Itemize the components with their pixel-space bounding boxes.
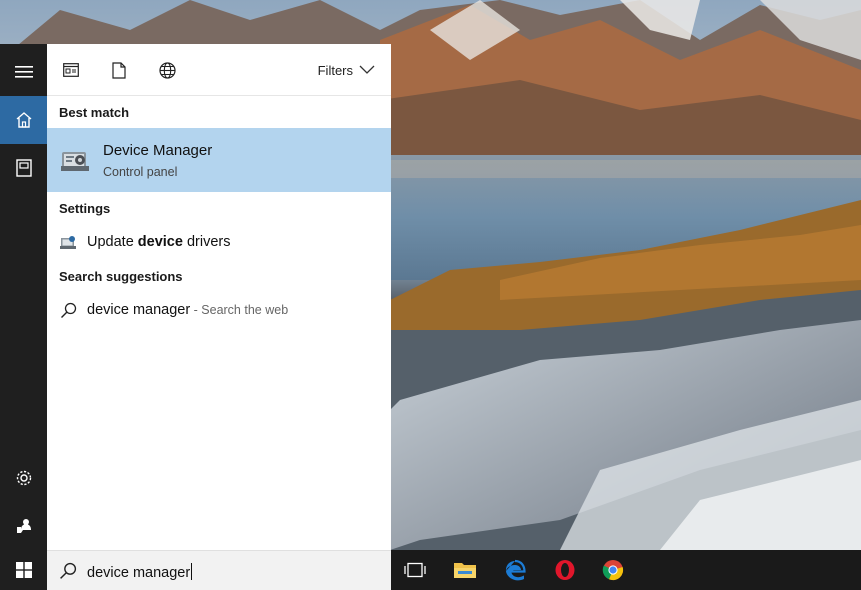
task-view-button[interactable] [391, 550, 439, 590]
edge-browser-icon [505, 559, 526, 581]
notebook-icon [15, 159, 32, 177]
chevron-down-icon [359, 65, 375, 74]
opera-browser-icon [555, 560, 575, 580]
best-match-header: Best match [59, 105, 130, 120]
search-input-value: device manager [87, 565, 191, 581]
start-button[interactable] [0, 550, 47, 590]
documents-filter-button[interactable] [110, 61, 128, 79]
file-explorer-icon [454, 563, 476, 578]
feedback-button[interactable] [0, 502, 47, 550]
hamburger-menu-button[interactable] [0, 48, 47, 96]
chrome-browser-icon [602, 560, 624, 581]
result-bold-term: device [137, 234, 183, 250]
taskbar [391, 550, 861, 590]
apps-filter-button[interactable] [62, 61, 80, 79]
text-caret [191, 563, 193, 580]
search-icon [59, 301, 77, 319]
search-suggestions-header: Search suggestions [59, 269, 183, 284]
filters-label: Filters [317, 62, 353, 78]
notebook-button[interactable] [0, 144, 47, 192]
web-suggestion-result[interactable]: device manager - Search the web [47, 295, 391, 325]
settings-button[interactable] [0, 454, 47, 502]
edge-browser-button[interactable] [491, 550, 539, 590]
search-toolbar: Filters [47, 44, 391, 96]
apps-icon [63, 63, 79, 77]
taskbar-search-box[interactable]: device manager [47, 550, 391, 590]
best-match-subtitle: Control panel [103, 165, 178, 179]
chrome-browser-button[interactable] [589, 550, 637, 590]
settings-result-icon [59, 233, 77, 251]
result-prefix: Update [87, 234, 138, 250]
settings-header: Settings [59, 201, 111, 216]
web-icon [158, 61, 176, 79]
windows-logo-icon [15, 562, 32, 578]
best-match-result[interactable]: Device Manager Control panel [47, 128, 391, 192]
search-box-icon [60, 562, 77, 579]
home-icon [16, 112, 31, 128]
web-filter-button[interactable] [158, 61, 176, 79]
search-input[interactable]: device manager [87, 563, 193, 581]
start-left-rail [0, 44, 47, 550]
task-view-icon [404, 562, 426, 578]
device-manager-icon [61, 152, 89, 171]
suggestion-query: device manager [87, 302, 191, 318]
update-device-drivers-result[interactable]: Update device drivers [47, 227, 391, 257]
update-device-drivers-label: Update device drivers [87, 234, 231, 250]
web-suggestion-label: device manager - Search the web [87, 302, 288, 318]
hamburger-menu-icon [14, 66, 33, 78]
suggestion-hint: - Search the web [190, 303, 289, 317]
best-match-title: Device Manager [103, 142, 213, 159]
search-results-panel: Filters Best match Device Manager Contro… [47, 44, 391, 550]
file-explorer-button[interactable] [441, 550, 489, 590]
opera-browser-button[interactable] [541, 550, 589, 590]
result-suffix: drivers [182, 234, 231, 250]
documents-icon [112, 61, 126, 79]
settings-gear-icon [16, 470, 31, 486]
home-button[interactable] [0, 96, 47, 144]
filters-dropdown[interactable]: Filters [318, 62, 375, 78]
feedback-icon [16, 519, 31, 533]
